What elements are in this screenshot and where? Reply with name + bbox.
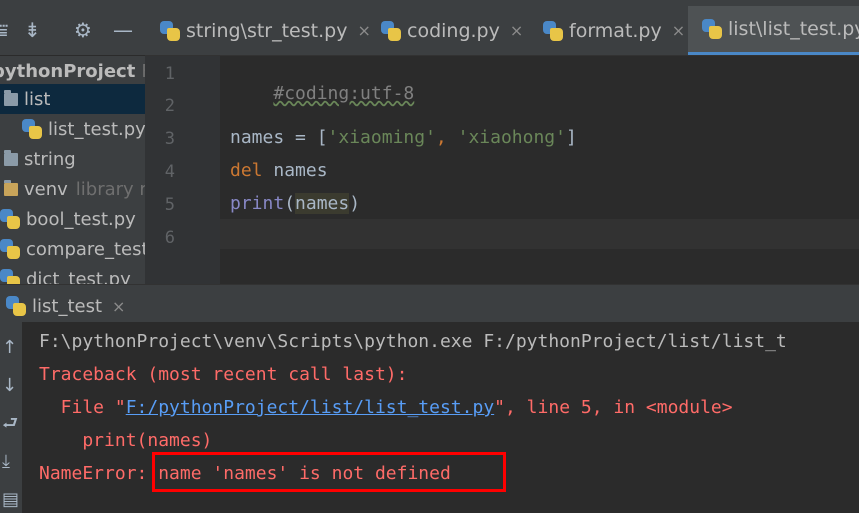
traceback-header: Traceback (most recent call last):	[39, 364, 408, 385]
tree-item-label: venv	[24, 178, 68, 200]
code-line-5: print(names)	[230, 193, 360, 214]
tree-item-label: list_test.py	[48, 118, 145, 140]
code-text: names	[262, 160, 328, 181]
line-number: 1	[164, 64, 175, 84]
project-tree: pythonProject F: list list_test.py strin…	[0, 56, 145, 284]
current-line-highlight	[220, 219, 859, 249]
tree-item-bool-test[interactable]: bool_test.py	[0, 204, 145, 234]
line-number: 5	[164, 195, 175, 215]
line-number: 2	[164, 96, 175, 116]
tree-item-label: list	[24, 88, 51, 110]
tab-list-test[interactable]: list\list_test.py	[688, 6, 859, 55]
editor-tab-bar: string\str_test.py × coding.py × format.…	[145, 6, 859, 56]
run-console[interactable]: F:\pythonProject\venv\Scripts\python.exe…	[22, 322, 859, 513]
python-file-icon	[0, 209, 20, 229]
code-line-4: del names	[230, 160, 328, 181]
tree-item-compare-test[interactable]: compare_test.p	[0, 234, 145, 264]
tree-root[interactable]: pythonProject F:	[0, 56, 145, 86]
code-line-3: names = ['xiaoming', 'xiaohong']	[230, 127, 577, 148]
code-text: )	[349, 193, 361, 214]
python-file-icon	[543, 20, 563, 41]
tab-str-test[interactable]: string\str_test.py ×	[160, 6, 371, 55]
print-icon[interactable]: ▤	[2, 490, 19, 510]
folder-icon	[4, 89, 18, 106]
equalize-icon[interactable]: ⩸	[0, 20, 8, 40]
tab-label: string\str_test.py	[186, 19, 348, 42]
file-link[interactable]: F:/pythonProject/list/list_test.py	[126, 397, 494, 418]
code-line-1: #coding:utf-8	[230, 62, 414, 125]
comment-text: #coding:utf-8	[273, 83, 415, 104]
gear-icon[interactable]: ⚙	[74, 20, 92, 40]
run-tab-label: list_test	[32, 295, 103, 317]
tree-item-list[interactable]: list	[0, 84, 145, 114]
tab-label: coding.py	[407, 19, 500, 42]
tree-item-list-test[interactable]: list_test.py	[0, 114, 145, 144]
folder-icon	[4, 179, 18, 196]
highlighted-identifier: names	[295, 193, 350, 214]
code-text: ]	[565, 127, 577, 148]
tree-item-string[interactable]: string	[0, 144, 145, 174]
tree-item-label: dict_test.py	[26, 268, 131, 285]
scroll-to-end-icon[interactable]: ⤓	[2, 452, 10, 472]
string-literal: 'xiaohong'	[457, 127, 566, 148]
error-type: NameError:	[39, 463, 159, 484]
tree-root-label: pythonProject	[0, 60, 136, 82]
python-file-icon	[22, 119, 42, 139]
folder-icon	[4, 149, 18, 166]
traceback-file-line: File "F:/pythonProject/list/list_test.py…	[39, 397, 733, 418]
tree-item-dict-test[interactable]: dict_test.py	[0, 264, 145, 284]
tree-item-label: string	[24, 148, 76, 170]
python-file-icon	[381, 20, 401, 41]
close-icon[interactable]: ×	[357, 21, 370, 40]
tab-coding[interactable]: coding.py ×	[381, 6, 523, 55]
soft-wrap-icon[interactable]: ⮐	[2, 414, 18, 434]
python-run-icon	[6, 296, 26, 316]
keyword: del	[230, 160, 263, 181]
console-command: F:\pythonProject\venv\Scripts\python.exe…	[39, 331, 787, 352]
close-icon[interactable]: ×	[510, 21, 523, 40]
close-icon[interactable]: ×	[112, 297, 125, 316]
python-file-icon	[0, 269, 20, 284]
tree-item-label: compare_test.p	[26, 238, 145, 260]
project-toolbar: ⩸ ⇟ ⚙ —	[0, 6, 145, 55]
line-number: 3	[164, 129, 175, 149]
arrow-up-icon[interactable]: ↑	[2, 338, 17, 358]
line-number: 6	[164, 228, 175, 248]
run-side-toolbar: ↑ ↓ ⮐ ⤓ ▤	[0, 322, 22, 513]
annotation-highlight-box	[152, 452, 506, 492]
builtin-function: print	[230, 193, 285, 214]
code-text: ,	[435, 127, 458, 148]
python-file-icon	[160, 20, 180, 41]
arrow-down-icon[interactable]: ↓	[2, 376, 17, 396]
traceback-text: ", line 5, in <module>	[494, 397, 733, 418]
string-literal: 'xiaoming'	[327, 127, 436, 148]
tree-item-note: library ro	[75, 178, 145, 200]
traceback-code-line: print(names)	[39, 430, 213, 451]
tree-item-label: bool_test.py	[26, 208, 136, 230]
line-number-gutter: 1 2 3 4 5 6	[145, 56, 220, 284]
tab-label: format.py	[569, 19, 662, 42]
run-tab[interactable]: list_test ×	[6, 291, 125, 321]
run-panel-header: list_test ×	[0, 284, 859, 323]
collapse-icon[interactable]: ⇟	[24, 20, 41, 40]
traceback-text: File "	[39, 397, 126, 418]
code-text: (	[284, 193, 296, 214]
line-number: 4	[164, 162, 175, 182]
tree-item-venv[interactable]: venv library ro	[0, 174, 145, 204]
tab-format[interactable]: format.py ×	[543, 6, 685, 55]
code-editor[interactable]: #coding:utf-8 names = ['xiaoming', 'xiao…	[220, 56, 859, 284]
tab-label: list\list_test.py	[728, 18, 859, 40]
minimize-icon[interactable]: —	[113, 20, 133, 40]
close-icon[interactable]: ×	[672, 21, 685, 40]
code-text: names = [	[230, 127, 328, 148]
python-file-icon	[0, 239, 20, 259]
python-file-icon	[702, 19, 722, 39]
